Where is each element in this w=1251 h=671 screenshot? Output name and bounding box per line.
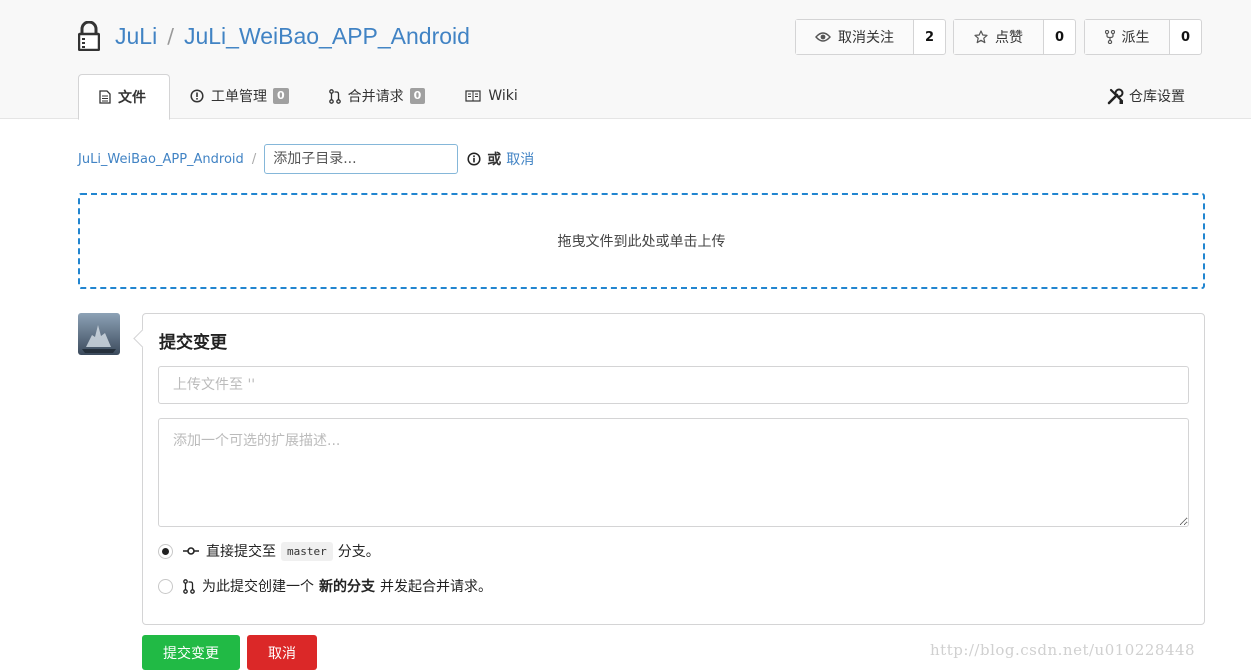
commit-summary-input[interactable]: [158, 366, 1189, 404]
upload-dropzone[interactable]: 拖曳文件到此处或单击上传: [78, 193, 1205, 289]
file-icon: [99, 90, 111, 104]
branch-name: master: [281, 541, 333, 561]
watch-label: 取消关注: [838, 30, 894, 46]
tab-settings-label: 仓库设置: [1129, 89, 1185, 105]
star-button-group: 点赞 0: [953, 19, 1076, 55]
title-separator: /: [167, 24, 174, 48]
pull-request-icon: [328, 88, 341, 104]
breadcrumb-root-link[interactable]: JuLi_WeiBao_APP_Android: [78, 152, 244, 167]
cancel-link[interactable]: 取消: [506, 149, 534, 169]
commit-new-bold: 新的分支: [319, 579, 375, 595]
commit-title: 提交变更: [159, 333, 227, 353]
fork-button[interactable]: 派生: [1085, 20, 1170, 54]
tab-pulls[interactable]: 合并请求 0: [309, 74, 446, 118]
tab-files[interactable]: 文件: [78, 74, 170, 120]
tab-wiki[interactable]: Wiki: [445, 74, 537, 118]
tools-icon: [1107, 88, 1124, 104]
watch-count[interactable]: 2: [914, 20, 945, 54]
repo-header: JuLi / JuLi_WeiBao_APP_Android 取消关注 2 点赞…: [0, 0, 1251, 120]
star-icon: [974, 30, 988, 44]
pulls-count-badge: 0: [409, 88, 426, 104]
subdirectory-input[interactable]: [264, 144, 459, 174]
star-count[interactable]: 0: [1044, 20, 1075, 54]
watermark: http://blog.csdn.net/u010228448: [930, 641, 1196, 659]
fork-label: 派生: [1121, 30, 1150, 46]
lock-icon: [78, 21, 100, 51]
eye-icon: [815, 32, 831, 42]
commit-description-textarea[interactable]: [158, 418, 1189, 527]
tab-settings[interactable]: 仓库设置: [1107, 86, 1185, 106]
tab-pulls-label: 合并请求: [347, 89, 404, 105]
star-label: 点赞: [995, 30, 1023, 46]
commit-form: 提交变更 直接提交至 master 分支。 为此提交创建一个 新的分支 并发起合…: [142, 313, 1205, 625]
tab-files-label: 文件: [118, 90, 146, 106]
tab-issues[interactable]: 工单管理 0: [170, 74, 309, 118]
fork-button-group: 派生 0: [1084, 19, 1202, 55]
repo-link[interactable]: JuLi_WeiBao_APP_Android: [184, 23, 470, 50]
fork-icon: [1104, 30, 1115, 44]
commit-new-prefix: 为此提交创建一个: [202, 579, 314, 595]
repo-tabs: 文件 工单管理 0 合并请求 0 Wiki: [78, 74, 538, 120]
info-icon[interactable]: [467, 152, 481, 166]
issues-count-badge: 0: [273, 88, 289, 104]
or-text: 或: [487, 152, 502, 168]
commit-new-suffix: 并发起合并请求。: [380, 579, 492, 595]
tab-issues-label: 工单管理: [211, 89, 267, 105]
book-icon: [465, 90, 481, 102]
commit-new-branch-option[interactable]: 为此提交创建一个 新的分支 并发起合并请求。: [158, 576, 492, 596]
commit-direct-option[interactable]: 直接提交至 master 分支。: [158, 541, 380, 561]
commit-direct-radio[interactable]: [158, 543, 173, 559]
issue-icon: [190, 89, 204, 103]
cancel-button[interactable]: 取消: [247, 635, 317, 670]
star-button[interactable]: 点赞: [954, 20, 1044, 54]
commit-direct-suffix: 分支。: [337, 544, 380, 560]
commit-direct-prefix: 直接提交至: [206, 544, 276, 560]
avatar[interactable]: [78, 313, 120, 355]
tab-wiki-label: Wiki: [488, 88, 518, 104]
watch-button[interactable]: 取消关注: [796, 20, 914, 54]
owner-link[interactable]: JuLi: [115, 23, 157, 50]
breadcrumb: JuLi_WeiBao_APP_Android / 或 取消: [78, 143, 534, 175]
repo-title: JuLi / JuLi_WeiBao_APP_Android: [78, 18, 470, 54]
commit-changes-button[interactable]: 提交变更: [142, 635, 240, 670]
commit-icon: [183, 547, 199, 555]
pull-request-icon: [183, 578, 195, 594]
fork-count[interactable]: 0: [1170, 20, 1201, 54]
watch-button-group: 取消关注 2: [795, 19, 946, 55]
commit-new-branch-radio[interactable]: [158, 578, 173, 594]
dropzone-text: 拖曳文件到此处或单击上传: [557, 234, 726, 250]
breadcrumb-separator: /: [251, 151, 257, 167]
